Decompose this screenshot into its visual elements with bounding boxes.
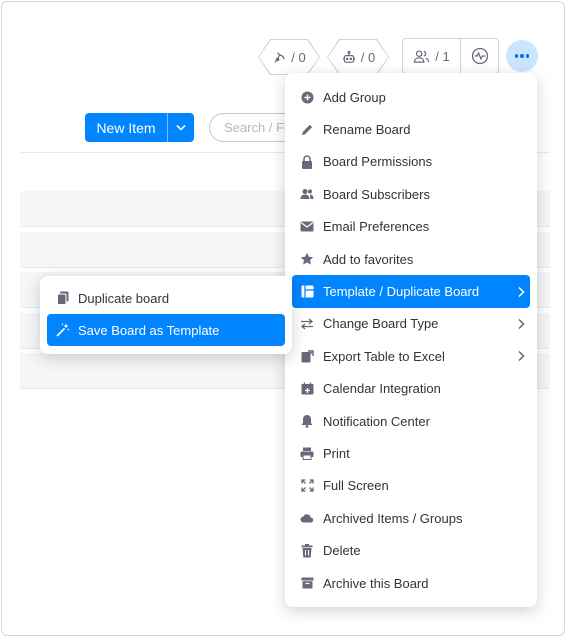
menu-item-label: Calendar Integration (323, 381, 441, 397)
menu-item-delete[interactable]: Delete (285, 534, 537, 566)
menu-item-label: Change Board Type (323, 316, 439, 332)
robot-icon (341, 50, 357, 65)
menu-item-change-board-type[interactable]: Change Board Type (285, 308, 537, 340)
lock-icon (300, 155, 314, 169)
menu-item-label: Board Permissions (323, 154, 433, 170)
automations-count: / 0 (291, 49, 306, 65)
menu-item-label: Template / Duplicate Board (323, 284, 480, 300)
menu-item-add-group[interactable]: Add Group (285, 81, 537, 113)
more-dots-icon (514, 54, 519, 58)
menu-item-label: Add to favorites (323, 251, 414, 267)
more-dot (520, 54, 524, 58)
chevron-down-icon (176, 124, 186, 131)
submenu-item-label: Duplicate board (78, 290, 170, 306)
trash-icon (300, 543, 314, 558)
menu-item-notification-center[interactable]: Notification Center (285, 405, 537, 437)
menu-item-add-to-favorites[interactable]: Add to favorites (285, 243, 537, 275)
template-icon (300, 285, 314, 299)
export-icon (300, 349, 314, 363)
star-icon (300, 252, 314, 266)
magic-wand-icon (56, 323, 70, 337)
automations-button[interactable]: / 0 (259, 40, 319, 74)
menu-item-label: Notification Center (323, 413, 430, 429)
fullscreen-icon (300, 479, 314, 493)
members-count: / 1 (435, 48, 450, 64)
menu-item-board-permissions[interactable]: Board Permissions (285, 146, 537, 178)
submenu-item-duplicate-board[interactable]: Duplicate board (47, 282, 285, 314)
people-icon (413, 49, 430, 64)
menu-item-export-table-to-excel[interactable]: Export Table to Excel (285, 340, 537, 372)
menu-item-label: Full Screen (323, 478, 389, 494)
calendar-icon (300, 382, 314, 396)
printer-icon (300, 446, 314, 460)
menu-item-label: Archive this Board (323, 575, 429, 591)
chevron-right-icon (518, 286, 525, 297)
chevron-right-icon (518, 351, 525, 362)
integrations-count: / 0 (360, 49, 376, 65)
board-options-menu: Add Group Rename Board Board Permissions… (285, 73, 537, 607)
menu-item-full-screen[interactable]: Full Screen (285, 470, 537, 502)
cloud-icon (300, 511, 314, 525)
activity-button[interactable] (461, 39, 498, 73)
menu-item-calendar-integration[interactable]: Calendar Integration (285, 373, 537, 405)
menu-item-label: Export Table to Excel (323, 348, 445, 364)
envelope-icon (300, 220, 314, 234)
menu-item-label: Board Subscribers (323, 186, 430, 202)
robot-arm-icon (272, 50, 287, 65)
menu-item-label: Rename Board (323, 122, 411, 138)
plus-circle-icon (300, 90, 314, 104)
new-item-split-button: New Item (85, 113, 194, 142)
menu-item-rename-board[interactable]: Rename Board (285, 113, 537, 145)
menu-item-label: Print (323, 445, 350, 461)
menu-item-board-subscribers[interactable]: Board Subscribers (285, 178, 537, 210)
menu-item-archived-items-groups[interactable]: Archived Items / Groups (285, 502, 537, 534)
more-options-button[interactable] (506, 40, 538, 72)
menu-item-archive-this-board[interactable]: Archive this Board (285, 567, 537, 599)
menu-item-label: Add Group (323, 89, 386, 105)
duplicate-icon (56, 291, 70, 305)
board-header-actions: / 1 (402, 38, 499, 74)
integrations-button[interactable]: / 0 (328, 40, 388, 74)
template-duplicate-submenu: Duplicate board Save Board as Template (40, 276, 292, 354)
menu-item-email-preferences[interactable]: Email Preferences (285, 211, 537, 243)
people-icon (300, 187, 314, 201)
chevron-right-icon (518, 318, 525, 329)
menu-item-label: Archived Items / Groups (323, 510, 463, 526)
submenu-item-save-board-as-template[interactable]: Save Board as Template (47, 314, 285, 346)
menu-item-template-duplicate-board[interactable]: Template / Duplicate Board (292, 275, 530, 308)
submenu-item-label: Save Board as Template (78, 322, 220, 338)
swap-icon (300, 317, 314, 331)
menu-item-label: Delete (323, 543, 361, 559)
new-item-button[interactable]: New Item (85, 113, 168, 142)
archive-box-icon (300, 576, 314, 590)
activity-icon (471, 47, 489, 65)
pencil-icon (300, 123, 314, 137)
new-item-dropdown-button[interactable] (168, 113, 194, 142)
bell-icon (300, 414, 314, 428)
members-button[interactable]: / 1 (403, 39, 461, 73)
more-dot (525, 54, 530, 58)
menu-item-label: Email Preferences (323, 219, 430, 235)
menu-item-print[interactable]: Print (285, 437, 537, 469)
